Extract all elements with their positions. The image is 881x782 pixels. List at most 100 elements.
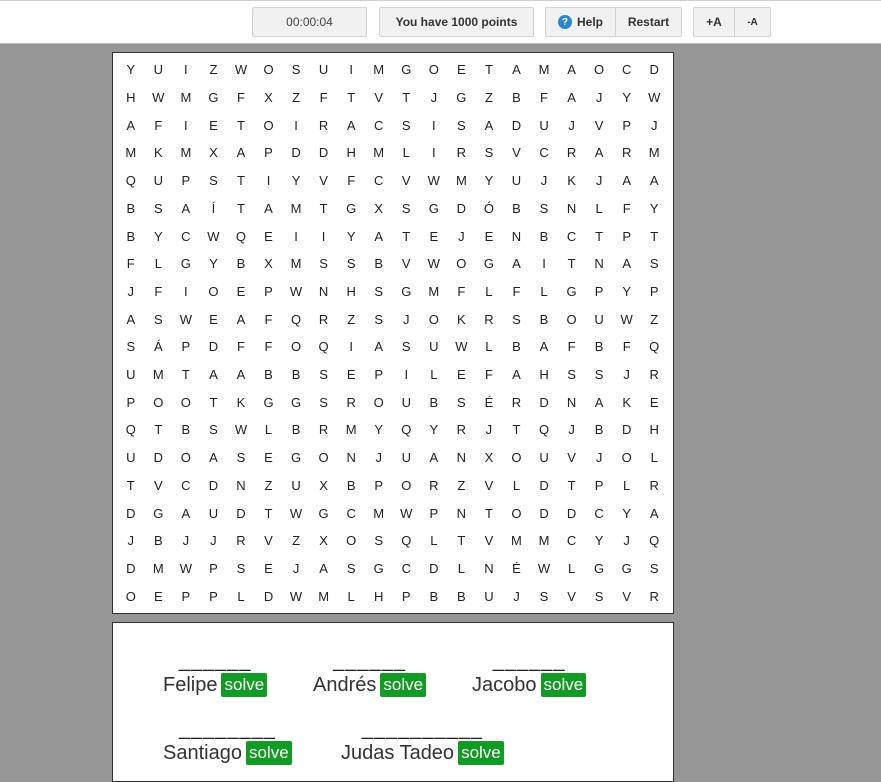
grid-cell[interactable]: B	[448, 582, 476, 610]
grid-cell[interactable]: P	[365, 472, 393, 500]
grid-cell[interactable]: Z	[475, 84, 503, 112]
grid-cell[interactable]: Q	[392, 527, 420, 555]
grid-cell[interactable]: A	[200, 361, 228, 389]
grid-cell[interactable]: E	[337, 361, 365, 389]
grid-cell[interactable]: Y	[613, 84, 641, 112]
grid-cell[interactable]: O	[365, 388, 393, 416]
grid-cell[interactable]: P	[613, 222, 641, 250]
grid-cell[interactable]: N	[227, 472, 255, 500]
grid-cell[interactable]: F	[227, 84, 255, 112]
grid-cell[interactable]: M	[530, 56, 558, 84]
grid-cell[interactable]: A	[337, 111, 365, 139]
grid-cell[interactable]: M	[640, 139, 668, 167]
grid-cell[interactable]: S	[282, 56, 310, 84]
grid-cell[interactable]: Q	[392, 416, 420, 444]
grid-cell[interactable]: A	[172, 499, 200, 527]
grid-cell[interactable]: E	[475, 222, 503, 250]
grid-cell[interactable]: J	[392, 305, 420, 333]
grid-cell[interactable]: A	[117, 305, 145, 333]
grid-cell[interactable]: D	[200, 333, 228, 361]
grid-cell[interactable]: J	[503, 582, 531, 610]
grid-cell[interactable]: B	[117, 195, 145, 223]
grid-cell[interactable]: J	[558, 416, 586, 444]
grid-cell[interactable]: Q	[640, 527, 668, 555]
grid-cell[interactable]: N	[585, 250, 613, 278]
grid-cell[interactable]: E	[420, 222, 448, 250]
grid-cell[interactable]: S	[200, 167, 228, 195]
grid-cell[interactable]: L	[448, 555, 476, 583]
grid-cell[interactable]: S	[558, 361, 586, 389]
grid-cell[interactable]: L	[585, 195, 613, 223]
grid-cell[interactable]: S	[365, 278, 393, 306]
grid-cell[interactable]: Q	[117, 167, 145, 195]
grid-cell[interactable]: U	[310, 56, 338, 84]
grid-cell[interactable]: M	[145, 555, 173, 583]
grid-cell[interactable]: G	[420, 195, 448, 223]
grid-cell[interactable]: S	[530, 195, 558, 223]
grid-cell[interactable]: I	[282, 222, 310, 250]
grid-cell[interactable]: Y	[337, 222, 365, 250]
grid-cell[interactable]: C	[613, 56, 641, 84]
grid-cell[interactable]: I	[337, 333, 365, 361]
grid-cell[interactable]: B	[227, 250, 255, 278]
grid-cell[interactable]: H	[117, 84, 145, 112]
grid-cell[interactable]: Í	[200, 195, 228, 223]
grid-cell[interactable]: L	[255, 416, 283, 444]
grid-cell[interactable]: A	[585, 388, 613, 416]
grid-cell[interactable]: O	[172, 388, 200, 416]
grid-cell[interactable]: W	[448, 333, 476, 361]
grid-cell[interactable]: O	[420, 305, 448, 333]
grid-cell[interactable]: T	[227, 195, 255, 223]
grid-cell[interactable]: L	[530, 278, 558, 306]
grid-cell[interactable]: U	[145, 167, 173, 195]
grid-cell[interactable]: J	[475, 416, 503, 444]
grid-cell[interactable]: A	[585, 139, 613, 167]
grid-cell[interactable]: A	[255, 195, 283, 223]
grid-cell[interactable]: K	[558, 167, 586, 195]
grid-cell[interactable]: U	[200, 499, 228, 527]
grid-cell[interactable]: Q	[117, 416, 145, 444]
grid-cell[interactable]: V	[255, 527, 283, 555]
grid-cell[interactable]: G	[255, 388, 283, 416]
grid-cell[interactable]: A	[200, 444, 228, 472]
grid-cell[interactable]: X	[255, 84, 283, 112]
grid-cell[interactable]: D	[200, 472, 228, 500]
grid-cell[interactable]: A	[227, 139, 255, 167]
grid-cell[interactable]: Z	[448, 472, 476, 500]
grid-cell[interactable]: S	[585, 582, 613, 610]
grid-cell[interactable]: Y	[585, 527, 613, 555]
grid-cell[interactable]: J	[117, 278, 145, 306]
grid-cell[interactable]: P	[255, 139, 283, 167]
grid-cell[interactable]: F	[310, 84, 338, 112]
grid-cell[interactable]: J	[640, 111, 668, 139]
grid-cell[interactable]: P	[420, 499, 448, 527]
grid-cell[interactable]: T	[558, 250, 586, 278]
grid-cell[interactable]: T	[172, 361, 200, 389]
grid-cell[interactable]: N	[558, 388, 586, 416]
grid-cell[interactable]: T	[475, 56, 503, 84]
grid-cell[interactable]: U	[585, 305, 613, 333]
grid-cell[interactable]: C	[392, 555, 420, 583]
grid-cell[interactable]: M	[448, 167, 476, 195]
grid-cell[interactable]: D	[530, 388, 558, 416]
grid-cell[interactable]: P	[200, 555, 228, 583]
grid-cell[interactable]: I	[255, 167, 283, 195]
grid-cell[interactable]: U	[503, 167, 531, 195]
grid-cell[interactable]: H	[640, 416, 668, 444]
grid-cell[interactable]: R	[613, 139, 641, 167]
grid-cell[interactable]: E	[145, 582, 173, 610]
grid-cell[interactable]: G	[475, 250, 503, 278]
grid-cell[interactable]: F	[145, 111, 173, 139]
grid-cell[interactable]: J	[530, 167, 558, 195]
grid-cell[interactable]: S	[392, 333, 420, 361]
grid-cell[interactable]: M	[282, 250, 310, 278]
grid-cell[interactable]: S	[117, 333, 145, 361]
grid-cell[interactable]: M	[172, 139, 200, 167]
grid-cell[interactable]: F	[558, 333, 586, 361]
grid-cell[interactable]: G	[172, 250, 200, 278]
grid-cell[interactable]: R	[448, 139, 476, 167]
grid-cell[interactable]: X	[310, 527, 338, 555]
grid-cell[interactable]: P	[172, 582, 200, 610]
grid-cell[interactable]: H	[337, 139, 365, 167]
grid-cell[interactable]: G	[310, 499, 338, 527]
